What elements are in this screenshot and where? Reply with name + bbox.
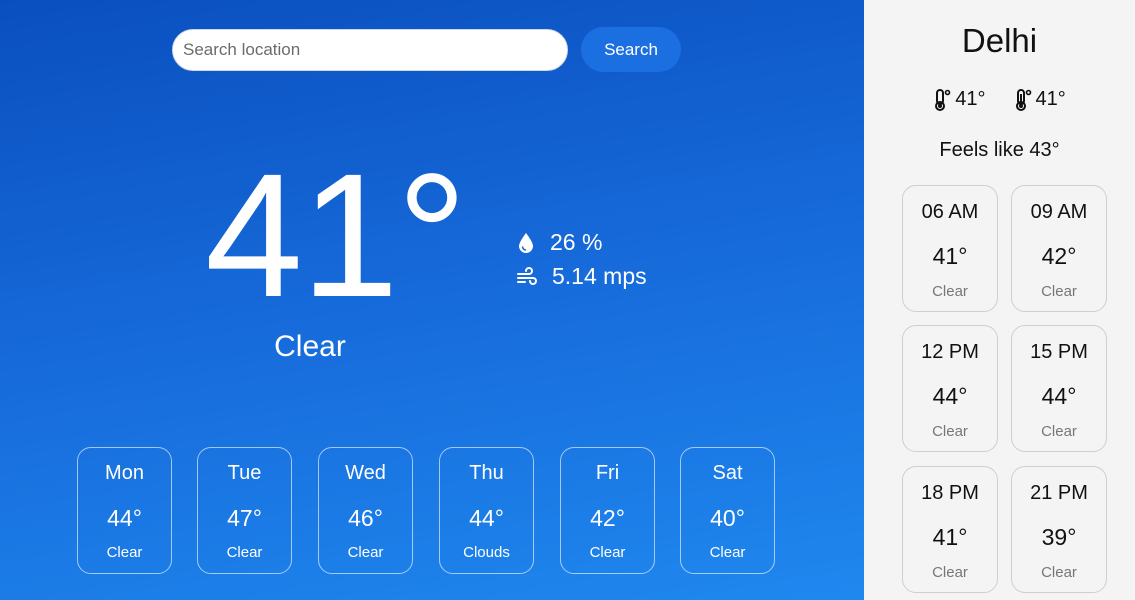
wind-stat: 5.14 mps bbox=[516, 263, 647, 290]
thermometer-low-icon bbox=[935, 88, 951, 111]
forecast-day: Sat bbox=[712, 462, 743, 484]
forecast-temp: 42° bbox=[590, 505, 625, 531]
search-button[interactable]: Search bbox=[581, 27, 681, 72]
hourly-card[interactable]: 15 PM 44° Clear bbox=[1011, 325, 1107, 452]
forecast-card-mon[interactable]: Mon 44° Clear bbox=[77, 447, 172, 574]
hourly-temp: 41° bbox=[932, 524, 968, 550]
weather-main-panel: Search 41° Clear 26 % 5.14 mps Mon 44° C… bbox=[0, 0, 864, 600]
forecast-day: Thu bbox=[469, 462, 504, 484]
forecast-temp: 47° bbox=[227, 505, 262, 531]
forecast-day: Tue bbox=[227, 462, 262, 484]
forecast-day: Fri bbox=[595, 462, 620, 484]
forecast-card-sat[interactable]: Sat 40° Clear bbox=[680, 447, 775, 574]
hourly-card[interactable]: 09 AM 42° Clear bbox=[1011, 185, 1107, 312]
hourly-condition: Clear bbox=[932, 423, 968, 440]
hourly-time: 21 PM bbox=[1030, 482, 1088, 504]
thermometer-high-icon bbox=[1015, 88, 1031, 111]
forecast-temp: 40° bbox=[710, 505, 745, 531]
hourly-time: 09 AM bbox=[1030, 201, 1088, 223]
hourly-time: 18 PM bbox=[921, 482, 979, 504]
hourly-temp: 44° bbox=[1041, 383, 1077, 409]
current-temperature: 41° bbox=[205, 138, 467, 334]
search-input[interactable] bbox=[172, 29, 568, 71]
hourly-condition: Clear bbox=[932, 564, 968, 581]
hourly-card[interactable]: 12 PM 44° Clear bbox=[902, 325, 998, 452]
min-max-temperature: 41° 41° bbox=[864, 88, 1135, 111]
forecast-card-fri[interactable]: Fri 42° Clear bbox=[560, 447, 655, 574]
hourly-time: 15 PM bbox=[1030, 341, 1088, 363]
humidity-value: 26 % bbox=[550, 229, 603, 255]
forecast-temp: 44° bbox=[107, 505, 142, 531]
forecast-card-thu[interactable]: Thu 44° Clouds bbox=[439, 447, 534, 574]
forecast-condition: Clear bbox=[347, 544, 384, 561]
hourly-condition: Clear bbox=[1041, 564, 1077, 581]
hourly-condition: Clear bbox=[932, 283, 968, 300]
hourly-card[interactable]: 06 AM 41° Clear bbox=[902, 185, 998, 312]
hourly-temp: 44° bbox=[932, 383, 968, 409]
forecast-condition: Clear bbox=[709, 544, 746, 561]
forecast-condition: Clear bbox=[589, 544, 626, 561]
temp-max-value: 41° bbox=[1035, 88, 1066, 110]
hourly-temp: 42° bbox=[1041, 243, 1077, 269]
forecast-card-tue[interactable]: Tue 47° Clear bbox=[197, 447, 292, 574]
hourly-card[interactable]: 18 PM 41° Clear bbox=[902, 466, 998, 593]
city-sidebar: Delhi 41° 41° Feels like 43° 06 AM 41° C… bbox=[864, 0, 1135, 600]
temp-min: 41° bbox=[933, 88, 986, 111]
feels-like: Feels like 43° bbox=[939, 139, 1060, 161]
hourly-condition: Clear bbox=[1041, 423, 1077, 440]
forecast-card-wed[interactable]: Wed 46° Clear bbox=[318, 447, 413, 574]
temp-min-value: 41° bbox=[955, 88, 986, 110]
wind-icon bbox=[517, 266, 537, 285]
hourly-condition: Clear bbox=[1041, 283, 1077, 300]
hourly-time: 06 AM bbox=[921, 201, 979, 223]
forecast-condition: Clear bbox=[106, 544, 143, 561]
hourly-card[interactable]: 21 PM 39° Clear bbox=[1011, 466, 1107, 593]
forecast-temp: 44° bbox=[469, 505, 504, 531]
hourly-time: 12 PM bbox=[921, 341, 979, 363]
humidity-stat: 26 % bbox=[516, 229, 602, 256]
forecast-condition: Clouds bbox=[463, 544, 510, 561]
temp-max: 41° bbox=[1014, 88, 1066, 111]
wind-value: 5.14 mps bbox=[552, 263, 647, 289]
forecast-condition: Clear bbox=[226, 544, 263, 561]
forecast-temp: 46° bbox=[348, 505, 383, 531]
hourly-temp: 41° bbox=[932, 243, 968, 269]
city-name: Delhi bbox=[961, 22, 1038, 59]
current-condition: Clear bbox=[274, 330, 346, 363]
water-drop-icon bbox=[519, 232, 533, 253]
hourly-temp: 39° bbox=[1041, 524, 1077, 550]
forecast-day: Wed bbox=[345, 462, 386, 484]
forecast-day: Mon bbox=[105, 462, 144, 484]
